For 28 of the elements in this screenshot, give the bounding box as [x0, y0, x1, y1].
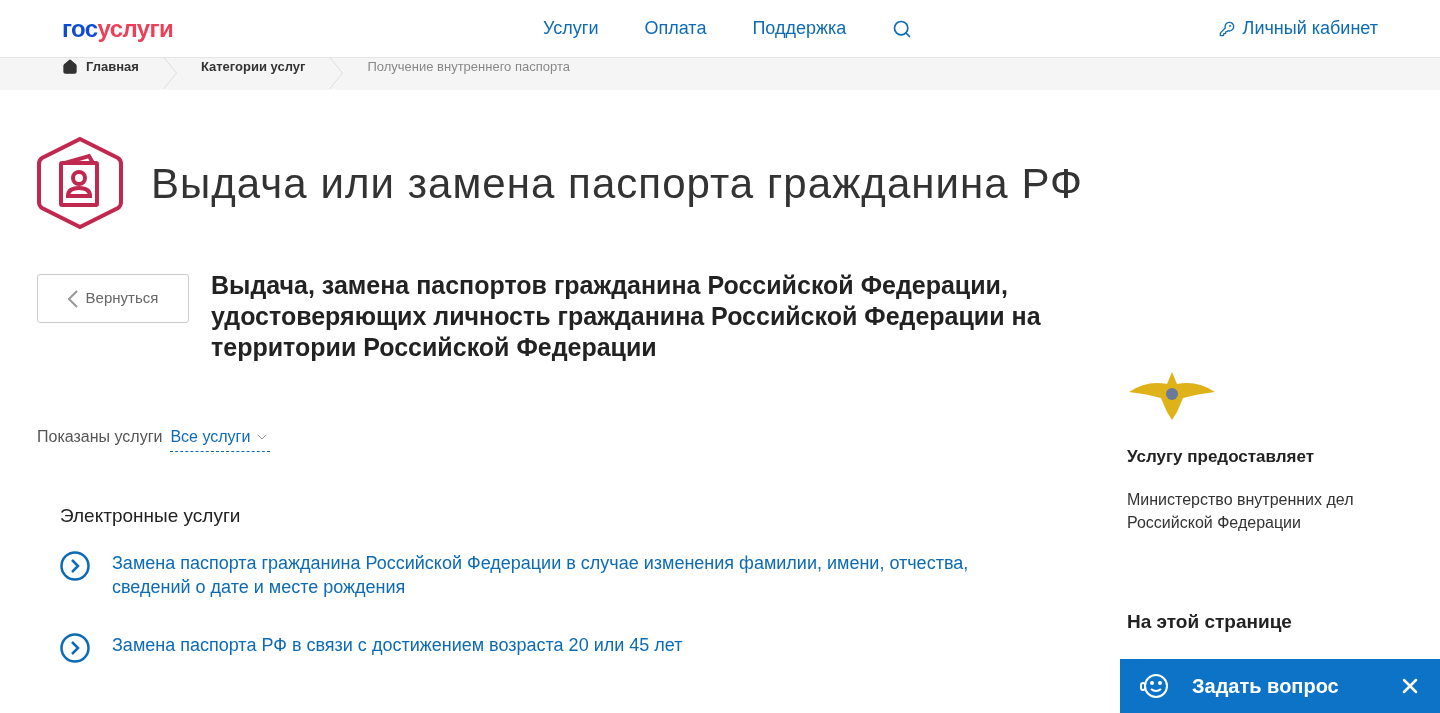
breadcrumb-current: Получение внутреннего паспорта — [366, 59, 571, 74]
back-button[interactable]: Вернуться — [37, 274, 189, 323]
provider-name: Министерство внутренних дел Российской Федерации — [1127, 489, 1355, 533]
breadcrumb-link[interactable]: Категории услуг — [176, 59, 330, 74]
chevron-circle-icon — [60, 632, 90, 663]
key-icon — [1218, 20, 1235, 37]
nav-link[interactable]: Поддержка — [752, 15, 847, 42]
filter-label: Показаны услуги — [37, 427, 163, 447]
nav-link[interactable]: Оплата — [644, 15, 707, 42]
section-title: Электронные услуги — [60, 504, 242, 528]
chevron-left-icon — [67, 289, 78, 308]
service-title: Выдача, замена паспортов гражданина Российской Федерации, удостоверяющих личность гражданина Российской Федерации на территории Российской Федерации — [211, 270, 1042, 363]
on-page-heading: На этой странице — [1127, 609, 1293, 634]
home-icon — [62, 58, 78, 75]
site-logo[interactable]: госуслуги — [62, 10, 174, 47]
chevron-circle-icon — [60, 550, 90, 581]
account-link[interactable]: Личный кабинет — [1218, 15, 1378, 42]
nav-link[interactable]: Услуги — [543, 15, 599, 42]
breadcrumb-link[interactable]: Главная — [38, 57, 163, 77]
search-icon[interactable] — [892, 18, 913, 39]
filter-dropdown[interactable]: Все услуги — [170, 425, 271, 452]
chat-widget[interactable]: Задать вопрос — [1120, 659, 1440, 713]
page-title: Выдача или замена паспорта гражданина РФ — [151, 158, 1083, 209]
service-link[interactable]: Замена паспорта гражданина Российской Федерации в случае изменения фамилии, имени, отчества, сведений о дате и месте рождения — [112, 550, 972, 599]
chat-label: Задать вопрос — [1192, 674, 1339, 699]
service-link[interactable]: Замена паспорта РФ в связи с достижением возраста 20 или 45 лет — [112, 632, 972, 657]
provider-heading: Услугу предоставляет — [1127, 446, 1316, 468]
passport-icon — [37, 136, 123, 230]
